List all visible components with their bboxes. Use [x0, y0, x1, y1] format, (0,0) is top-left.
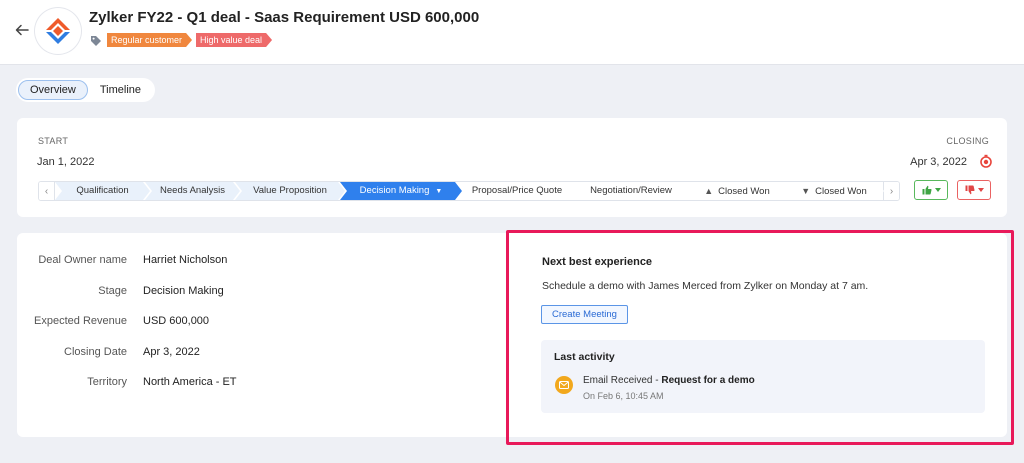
- stage-step-label: Needs Analysis: [160, 185, 225, 196]
- stage-step-value-proposition[interactable]: Value Proposition: [235, 182, 345, 200]
- stage-step-label: Closed Won: [718, 186, 770, 197]
- deal-title: Zylker FY22 - Q1 deal - Saas Requirement…: [89, 9, 480, 26]
- tab-overview[interactable]: Overview: [18, 80, 88, 100]
- back-arrow-icon[interactable]: [14, 22, 30, 38]
- stopwatch-icon: [980, 154, 992, 168]
- closing-date: Apr 3, 2022: [910, 156, 967, 168]
- stage-pipeline: ‹ Qualification Needs Analysis Value Pro…: [38, 181, 900, 201]
- stage-step-closed-lost[interactable]: ▼ Closed Won: [784, 182, 884, 200]
- nbe-title: Next best experience: [542, 256, 653, 268]
- thumbs-down-icon: ▼: [801, 186, 811, 196]
- caret-down-icon: ▼: [435, 188, 443, 195]
- deal-header: Zylker FY22 - Q1 deal - Saas Requirement…: [0, 0, 1024, 65]
- field-label: Stage: [98, 285, 127, 297]
- stage-step-closed-won[interactable]: ▲ Closed Won: [685, 182, 789, 200]
- mark-lost-button[interactable]: [957, 180, 991, 200]
- stage-step-label: Negotiation/Review: [590, 185, 672, 196]
- activity-timestamp: On Feb 6, 10:45 AM: [583, 391, 664, 401]
- field-label: Deal Owner name: [38, 254, 127, 266]
- tag-icon: [91, 36, 101, 46]
- field-label: Expected Revenue: [34, 315, 127, 327]
- field-label: Territory: [87, 376, 127, 388]
- stage-step-negotiation-review[interactable]: Negotiation/Review: [572, 182, 690, 200]
- start-date: Jan 1, 2022: [37, 156, 95, 168]
- nbe-suggestion: Schedule a demo with James Merced from Z…: [542, 280, 869, 292]
- last-activity-panel: Last activity Email Received - Request f…: [541, 340, 985, 413]
- pipeline-prev-button[interactable]: ‹: [39, 182, 55, 200]
- thumbs-down-icon: [965, 185, 975, 195]
- stage-step-label: Proposal/Price Quote: [471, 185, 563, 196]
- next-best-experience-card: Next best experience Schedule a demo wit…: [520, 239, 1005, 434]
- field-value[interactable]: Harriet Nicholson: [143, 254, 227, 266]
- activity-subject: Request for a demo: [661, 375, 755, 386]
- activity-description[interactable]: Email Received - Request for a demo: [583, 375, 755, 386]
- mark-won-button[interactable]: [914, 180, 948, 200]
- field-value[interactable]: Apr 3, 2022: [143, 346, 200, 358]
- start-label: START: [38, 136, 69, 146]
- field-value[interactable]: Decision Making: [143, 285, 224, 297]
- pipeline-next-button[interactable]: ›: [883, 182, 899, 200]
- tag-high-value-deal[interactable]: High value deal: [196, 33, 272, 47]
- field-value[interactable]: North America - ET: [143, 376, 237, 388]
- last-activity-title: Last activity: [554, 351, 615, 363]
- stage-step-label: Closed Won: [815, 186, 867, 197]
- tag-regular-customer[interactable]: Regular customer: [107, 33, 192, 47]
- thumbs-up-icon: [922, 185, 932, 195]
- caret-down-icon: [934, 188, 941, 192]
- thumbs-up-icon: ▲: [704, 186, 714, 196]
- stage-step-needs-analysis[interactable]: Needs Analysis: [145, 182, 240, 200]
- caret-down-icon: [977, 188, 984, 192]
- stage-step-decision-making[interactable]: Decision Making ▼: [340, 182, 462, 200]
- stage-step-proposal-price-quote[interactable]: Proposal/Price Quote: [457, 182, 577, 200]
- stage-pipeline-card: START CLOSING Jan 1, 2022 Apr 3, 2022 ‹ …: [17, 118, 1007, 217]
- stage-step-label: Value Proposition: [253, 185, 327, 196]
- tab-timeline[interactable]: Timeline: [88, 80, 153, 100]
- activity-type: Email Received: [583, 375, 653, 386]
- email-icon: [555, 376, 573, 394]
- stage-step-label: Decision Making: [359, 185, 430, 196]
- field-value[interactable]: USD 600,000: [143, 315, 209, 327]
- zylker-logo-icon: [46, 18, 70, 44]
- zylker-logo: [35, 8, 81, 54]
- stage-step-qualification[interactable]: Qualification: [55, 182, 150, 200]
- create-meeting-button[interactable]: Create Meeting: [541, 305, 628, 324]
- stage-step-label: Qualification: [76, 185, 129, 196]
- closing-label: CLOSING: [946, 136, 989, 146]
- field-label: Closing Date: [64, 346, 127, 358]
- view-tabs: Overview Timeline: [16, 78, 156, 102]
